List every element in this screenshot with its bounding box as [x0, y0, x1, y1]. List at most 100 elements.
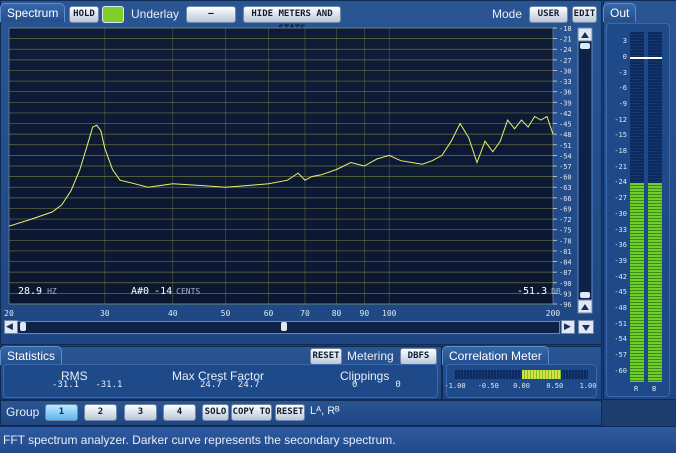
- vscroll-thumb-lower[interactable]: [580, 292, 590, 298]
- level-readout: -51.3 DB: [517, 286, 561, 297]
- vscroll-thumb[interactable]: [580, 43, 590, 49]
- x-tick-label: 50: [221, 309, 231, 318]
- out-tick-label: -30: [614, 209, 627, 218]
- hscroll-right-button[interactable]: ▶: [561, 320, 575, 334]
- out-tab[interactable]: Out: [603, 3, 637, 22]
- correlation-tick-label: -0.50: [477, 382, 499, 390]
- group-button-4[interactable]: 4: [163, 404, 196, 421]
- spectrum-chart[interactable]: -18 -21 -24 -27 -30 -33 -36 -39 -42 -45 -48 -51 -54 -…: [0, 24, 600, 320]
- x-tick-label: 60: [264, 309, 274, 318]
- note-readout: A#0 -14 CENTS: [131, 286, 200, 297]
- y-tick-label: -24: [559, 46, 572, 54]
- vscroll-down-button[interactable]: [578, 320, 594, 334]
- hold-indicator[interactable]: [102, 6, 124, 23]
- out-peak-marker: [630, 57, 662, 60]
- x-tick-label: 80: [332, 309, 342, 318]
- x-tick-label: 20: [4, 309, 14, 318]
- group-reset-button[interactable]: RESET: [275, 404, 305, 421]
- underlay-label: Underlay: [131, 7, 180, 21]
- level-value: -51.3: [517, 286, 547, 297]
- down-arrow-icon: [582, 325, 590, 331]
- out-tick-label: 0: [622, 53, 627, 62]
- right-arrow-icon: ▶: [564, 321, 571, 331]
- y-tick-label: -96: [559, 301, 572, 309]
- edit-button[interactable]: EDIT: [572, 6, 597, 23]
- channel-routing: Lᴬ, Rᴮ: [310, 405, 340, 417]
- correlation-fill: [521, 370, 562, 379]
- vscroll-track[interactable]: [577, 29, 593, 301]
- out-tick-label: -3: [618, 68, 627, 77]
- group-button-1[interactable]: 1: [45, 404, 78, 421]
- x-tick-label: 70: [300, 309, 310, 318]
- copy-to-button[interactable]: COPY TO: [231, 404, 272, 421]
- y-tick-label: -81: [559, 248, 572, 256]
- out-tick-label: -60: [614, 366, 627, 375]
- out-tick-label: -21: [614, 162, 627, 171]
- group-label: Group: [6, 405, 40, 419]
- y-tick-label: -84: [559, 259, 572, 267]
- y-tick-label: -51: [559, 142, 572, 150]
- left-arrow-icon: ◀: [6, 321, 13, 331]
- y-tick-label: -45: [559, 121, 572, 129]
- y-tick-label: -27: [559, 57, 572, 65]
- out-tick-label: -18: [614, 147, 627, 156]
- y-tick-label: -54: [559, 152, 572, 160]
- correlation-tick-label: -1.00: [444, 382, 466, 390]
- underlay-select[interactable]: —: [186, 6, 236, 23]
- cents-unit: CENTS: [176, 287, 200, 296]
- y-axis: -18 -21 -24 -27 -30 -33 -36 -39 -42 -45 -48 -51 -54 -…: [553, 25, 572, 309]
- status-text: FFT spectrum analyzer. Darker curve repr…: [3, 433, 396, 447]
- crest-factor-values: 24.7 24.7: [200, 380, 260, 390]
- clippings-values: 0 0: [352, 380, 401, 390]
- cents-value: -14: [154, 286, 172, 297]
- y-tick-label: -93: [559, 290, 572, 298]
- out-tick-label: -54: [614, 335, 627, 344]
- spectrum-tab[interactable]: Spectrum: [0, 3, 66, 22]
- correlation-tab[interactable]: Correlation Meter: [442, 346, 549, 365]
- hide-meters-button[interactable]: HIDE METERS AND STATS: [243, 6, 341, 34]
- metering-select[interactable]: DBFS: [400, 348, 437, 365]
- y-tick-label: -75: [559, 227, 572, 235]
- out-tick-label: -48: [614, 303, 627, 312]
- group-button-2[interactable]: 2: [84, 404, 117, 421]
- out-tick-label: -15: [614, 131, 627, 140]
- y-tick-label: -30: [559, 67, 572, 75]
- out-tick-label: -36: [614, 241, 627, 250]
- hscroll-left-button[interactable]: ◀: [4, 320, 18, 334]
- x-tick-label: 30: [100, 309, 110, 318]
- out-channel-level: [648, 183, 662, 382]
- out-tick-label: -42: [614, 272, 627, 281]
- y-tick-label: -60: [559, 174, 572, 182]
- rms-values: -31.1 -31.1: [52, 380, 123, 390]
- x-tick-label: 40: [168, 309, 178, 318]
- x-tick-label: 90: [360, 309, 370, 318]
- y-tick-label: -39: [559, 99, 572, 107]
- mode-select[interactable]: USER: [529, 6, 568, 23]
- mode-label: Mode: [492, 7, 523, 21]
- hscroll-track[interactable]: [17, 321, 560, 334]
- y-tick-label: -21: [559, 36, 572, 44]
- freq-readout: 28.9 HZ: [18, 286, 57, 297]
- out-tick-label: -45: [614, 288, 627, 297]
- out-tick-label: -51: [614, 319, 627, 328]
- hold-button[interactable]: HOLD: [69, 6, 99, 23]
- out-tick-label: 3: [622, 37, 627, 46]
- y-tick-label: -48: [559, 131, 572, 139]
- y-tick-label: -57: [559, 163, 572, 171]
- y-tick-label: -63: [559, 184, 572, 192]
- statistics-tab[interactable]: Statistics: [0, 346, 63, 365]
- out-tick-label: -27: [614, 194, 627, 203]
- solo-button[interactable]: SOLO: [202, 404, 229, 421]
- out-tick-label: -39: [614, 256, 627, 265]
- level-unit: DB: [551, 287, 561, 296]
- out-tick-label: -12: [614, 115, 627, 124]
- y-tick-label: -36: [559, 89, 572, 97]
- out-channel-label: B: [652, 385, 657, 393]
- hscroll-thumb-right[interactable]: [281, 322, 287, 331]
- y-tick-label: -90: [559, 280, 572, 288]
- hscroll-thumb-left[interactable]: [20, 322, 26, 331]
- correlation-meter: -1.00 -0.50 0.00 0.50 1.00: [444, 364, 597, 398]
- group-button-3[interactable]: 3: [124, 404, 157, 421]
- stats-reset-button[interactable]: RESET: [310, 348, 342, 365]
- y-tick-label: -66: [559, 195, 572, 203]
